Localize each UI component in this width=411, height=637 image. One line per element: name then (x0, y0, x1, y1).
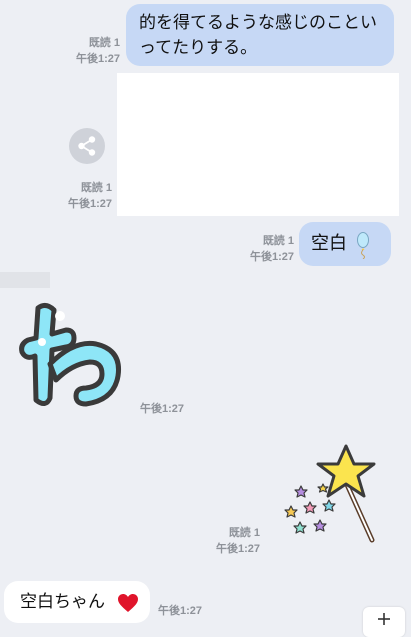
share-button[interactable] (69, 128, 105, 164)
timestamp: 午後1:27 (158, 605, 203, 617)
message-meta: 既読 1 午後1:27 (50, 35, 120, 67)
message-meta: 既読 1 午後1:27 (190, 525, 260, 557)
balloon-emoji-icon (357, 232, 369, 259)
hiragana-wa-sticker[interactable] (16, 300, 126, 412)
timestamp: 午後1:27 (215, 543, 260, 555)
message-meta: 既読 1 午後1:27 (40, 180, 112, 212)
message-text: 空白ちゃん (20, 592, 105, 612)
read-receipt: 既読 1 (88, 37, 120, 49)
message-bubble[interactable]: 的を得てるような感じのこといってたりする。 (126, 4, 394, 66)
message-bubble[interactable]: 空白ちゃん (4, 581, 150, 623)
message-text: 的を得てるような感じのこといってたりする。 (139, 13, 377, 58)
image-message[interactable] (117, 73, 399, 216)
read-receipt: 既読 1 (80, 182, 112, 194)
message-text: 空白 (311, 233, 347, 254)
plus-icon (378, 613, 390, 625)
share-icon (78, 136, 96, 156)
timestamp: 午後1:27 (67, 198, 112, 210)
timestamp: 午後1:27 (140, 403, 185, 415)
timestamp: 午後1:27 (249, 251, 294, 263)
heart-icon (118, 594, 138, 612)
star-wand-sticker[interactable] (284, 442, 384, 544)
timestamp: 午後1:27 (75, 53, 120, 65)
message-meta: 既読 1 午後1:27 (222, 233, 294, 265)
sender-name-placeholder (0, 272, 50, 288)
plus-button[interactable] (363, 607, 405, 637)
read-receipt: 既読 1 (228, 527, 260, 539)
read-receipt: 既読 1 (262, 235, 294, 247)
message-bubble[interactable]: 空白 (299, 222, 391, 266)
